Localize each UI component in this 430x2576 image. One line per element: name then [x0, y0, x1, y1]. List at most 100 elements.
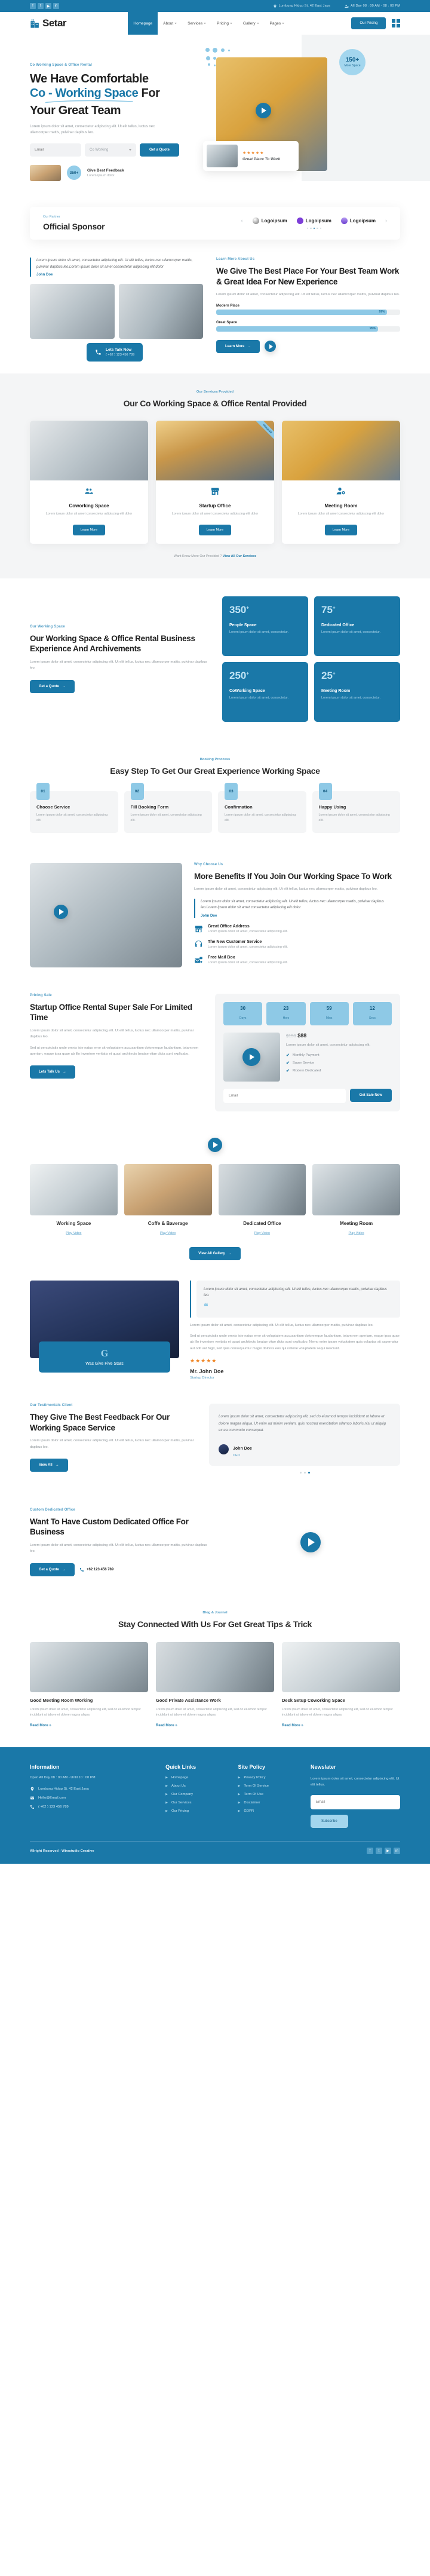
- twitter-icon[interactable]: t: [38, 3, 44, 9]
- carousel-dot-active[interactable]: [313, 227, 315, 229]
- newsletter-subscribe-button[interactable]: Subscribe: [310, 1815, 348, 1828]
- blog-read-more-link[interactable]: Read More »: [282, 1724, 303, 1727]
- blog-image: [282, 1641, 400, 1692]
- carousel-dot[interactable]: [306, 227, 309, 229]
- gallery-item-coffee[interactable]: Coffe & Baverage Play Video: [124, 1163, 212, 1237]
- hero-email-input[interactable]: [30, 143, 81, 157]
- footer-info-title: Information: [30, 1763, 60, 1770]
- gallery-play-video-link[interactable]: Play Video: [66, 1232, 81, 1235]
- about-play-button[interactable]: [265, 341, 277, 353]
- blog-post-1[interactable]: Good Meeting Room Working Lorem ipsum do…: [30, 1641, 148, 1729]
- carousel-dot[interactable]: [317, 227, 318, 229]
- service-learn-more-button[interactable]: Learn More: [198, 524, 232, 535]
- service-card-coworking[interactable]: Coworking Space Lorem ipsum dolor sit am…: [30, 421, 148, 544]
- caret-right-icon: ▶: [165, 1800, 168, 1805]
- carousel-dot-active[interactable]: [308, 1471, 310, 1474]
- sale-email-input[interactable]: [223, 1088, 346, 1103]
- gallery-play-button[interactable]: [208, 1137, 222, 1152]
- view-all-gallery-button[interactable]: View All Gallery →: [189, 1246, 241, 1260]
- footer-link-disclaimer[interactable]: ▶ Disclaimer: [238, 1801, 299, 1805]
- step-desc: Lorem ipsum dolor sit amet, consectetur …: [225, 813, 296, 822]
- nav-item-about[interactable]: About: [158, 12, 182, 35]
- sale-lets-talk-button[interactable]: Lets Talk Us →: [30, 1065, 75, 1079]
- gallery-item-meeting-room[interactable]: Meeting Room Play Video: [312, 1163, 400, 1237]
- carousel-next-icon[interactable]: ›: [385, 218, 387, 223]
- carousel-dot[interactable]: [320, 227, 322, 229]
- carousel-prev-icon[interactable]: ‹: [241, 218, 243, 223]
- hero-get-quote-button[interactable]: Get a Quote: [140, 143, 180, 157]
- cta-eyebrow: Custom Dedicated Office: [30, 1508, 75, 1512]
- footer-link-term-use[interactable]: ▶ Term Of Use: [238, 1793, 299, 1796]
- nav-item-pages[interactable]: Pages: [265, 12, 290, 35]
- footer-link-about[interactable]: ▶ About Us: [165, 1784, 226, 1788]
- carousel-dot[interactable]: [310, 227, 312, 229]
- gallery-item-working-space[interactable]: Working Space Play Video: [30, 1163, 118, 1237]
- our-pricing-button[interactable]: Our Pricing: [351, 17, 386, 29]
- newsletter-email-input[interactable]: [310, 1795, 400, 1810]
- hero-badge-label: More Space: [344, 64, 361, 68]
- footer-email[interactable]: Hello@Email.com: [30, 1796, 153, 1800]
- gallery-play-video-link[interactable]: Play Video: [349, 1232, 364, 1235]
- footer-link-privacy[interactable]: ▶ Privacy Policy: [238, 1776, 299, 1779]
- get-sale-now-button[interactable]: Get Sale Now: [349, 1088, 392, 1102]
- footer-link-pricing[interactable]: ▶ Our Pricing: [165, 1809, 226, 1813]
- about-learn-more-button[interactable]: Learn More →: [216, 339, 260, 353]
- view-all-services-link[interactable]: View All Our Services: [223, 555, 256, 558]
- hero-service-select[interactable]: Co Working: [85, 143, 136, 157]
- step-number: 04: [318, 782, 332, 800]
- progress-value-modern-place: 99%: [216, 309, 388, 315]
- nav-item-pricing[interactable]: Pricing: [211, 12, 238, 35]
- brand-logo[interactable]: Setar: [30, 17, 67, 29]
- twitter-icon[interactable]: t: [376, 1848, 382, 1855]
- service-learn-more-button[interactable]: Learn More: [72, 524, 106, 535]
- testimonial-view-all-button[interactable]: View All →: [30, 1459, 68, 1472]
- gallery-item-dedicated-office[interactable]: Dedicated Office Play Video: [218, 1163, 306, 1237]
- cta-get-quote-button[interactable]: Get a Quote →: [30, 1563, 75, 1576]
- stat-number: 250: [229, 669, 247, 681]
- stat-title: People Space: [229, 623, 257, 627]
- services-section: Our Services Provided Our Co Working Spa…: [0, 373, 430, 578]
- facebook-icon[interactable]: f: [30, 3, 36, 9]
- footer-link-services[interactable]: ▶ Our Services: [165, 1801, 226, 1805]
- progress-label-great-space: Great Space: [216, 320, 238, 324]
- service-card-meeting[interactable]: Meeting Room Lorem ipsum dolor sit amet …: [282, 421, 400, 544]
- blog-post-2[interactable]: Good Private Assistance Work Lorem ipsum…: [156, 1641, 274, 1729]
- youtube-icon[interactable]: ▶: [45, 3, 51, 9]
- nav-item-services[interactable]: Services: [182, 12, 211, 35]
- linkedin-icon[interactable]: in: [53, 3, 59, 9]
- gallery-image: [30, 1163, 118, 1215]
- gallery-play-video-link[interactable]: Play Video: [254, 1232, 270, 1235]
- lets-talk-card[interactable]: Lets Talk Now ( +62 ) 123 456 789: [87, 342, 143, 362]
- partner-logo-1: Logoipsum: [252, 217, 287, 224]
- sale-play-button[interactable]: [242, 1047, 260, 1066]
- footer-phone[interactable]: ( +62 ) 123 456 789: [30, 1805, 153, 1809]
- testimonial-title: They Give The Best Feedback For Our Work…: [30, 1413, 170, 1432]
- footer-link-gdpr[interactable]: ▶ GDPR: [238, 1809, 299, 1813]
- blog-post-title: Good Meeting Room Working: [30, 1697, 93, 1703]
- gallery-section: Working Space Play Video Coffe & Baverag…: [0, 1132, 430, 1276]
- nav-item-homepage[interactable]: Homepage: [128, 12, 158, 35]
- grid-menu-icon[interactable]: [392, 19, 400, 27]
- blog-read-more-link[interactable]: Read More »: [30, 1724, 51, 1727]
- stat-desc: Lorem ipsum dolor sit amet, consectetur.: [321, 696, 381, 700]
- service-learn-more-button[interactable]: Learn More: [324, 524, 358, 535]
- carousel-dot[interactable]: [299, 1471, 302, 1474]
- linkedin-icon[interactable]: in: [394, 1848, 400, 1855]
- nav-item-gallery[interactable]: Gallery: [238, 12, 265, 35]
- blog-post-3[interactable]: Desk Setup Coworking Space Lorem ipsum d…: [282, 1641, 400, 1729]
- service-card-startup[interactable]: POPULAR Startup Office Lorem ipsum dolor…: [156, 421, 274, 544]
- footer-link-company[interactable]: ▶ Our Company: [165, 1793, 226, 1796]
- cta-play-button[interactable]: [300, 1531, 321, 1552]
- youtube-icon[interactable]: ▶: [385, 1848, 391, 1855]
- footer-link-term-service[interactable]: ▶ Term Of Service: [238, 1784, 299, 1788]
- footer-link-homepage[interactable]: ▶ Homepage: [165, 1776, 226, 1779]
- facebook-icon[interactable]: f: [367, 1848, 373, 1855]
- blog-read-more-link[interactable]: Read More »: [156, 1724, 177, 1727]
- gallery-play-video-link[interactable]: Play Video: [160, 1232, 176, 1235]
- cta-phone[interactable]: +62 123 456 789: [79, 1567, 113, 1572]
- progress-bar-modern-place: 99%: [216, 309, 400, 315]
- carousel-dot[interactable]: [303, 1471, 306, 1474]
- hero-play-button[interactable]: [256, 103, 271, 118]
- benefits-play-button[interactable]: [54, 904, 68, 919]
- stats-get-quote-button[interactable]: Get a Quote →: [30, 679, 75, 693]
